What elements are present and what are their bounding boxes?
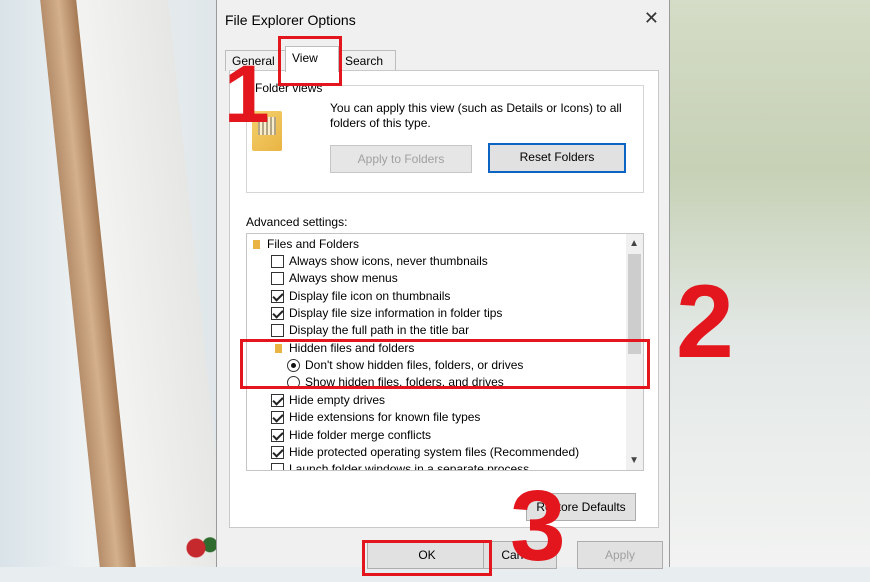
- checkbox[interactable]: [271, 463, 284, 470]
- tab-view[interactable]: View: [285, 46, 339, 72]
- reset-folders-button[interactable]: Reset Folders: [488, 143, 626, 173]
- annotation-step-2: 2: [676, 264, 734, 380]
- checkbox[interactable]: [271, 394, 284, 407]
- checkbox[interactable]: [271, 446, 284, 459]
- checkbox[interactable]: [271, 429, 284, 442]
- close-icon[interactable]: ✕: [644, 8, 659, 29]
- annotation-box-ok: [362, 540, 492, 576]
- annotation-step-1: 1: [224, 49, 270, 140]
- checkbox[interactable]: [271, 290, 284, 303]
- scroll-up-icon[interactable]: ▲: [629, 238, 639, 249]
- checkbox[interactable]: [271, 411, 284, 424]
- background-flower: [180, 532, 220, 564]
- advanced-settings-heading: Advanced settings:: [246, 215, 348, 229]
- annotation-box-hidden-files: [240, 339, 650, 389]
- apply-to-folders-button[interactable]: Apply to Folders: [330, 145, 472, 173]
- scroll-down-icon[interactable]: ▼: [629, 455, 639, 466]
- tab-search[interactable]: Search: [338, 50, 396, 71]
- checkbox[interactable]: [271, 324, 284, 337]
- view-tab-panel: Folder views You can apply this view (su…: [229, 70, 659, 528]
- apply-button[interactable]: Apply: [577, 541, 663, 569]
- checkbox[interactable]: [271, 272, 284, 285]
- window-title: File Explorer Options: [225, 12, 356, 28]
- checkbox[interactable]: [271, 255, 284, 268]
- folder-icon: [253, 240, 260, 249]
- folder-views-description: You can apply this view (such as Details…: [330, 101, 622, 130]
- checkbox[interactable]: [271, 307, 284, 320]
- annotation-step-3: 3: [510, 470, 566, 582]
